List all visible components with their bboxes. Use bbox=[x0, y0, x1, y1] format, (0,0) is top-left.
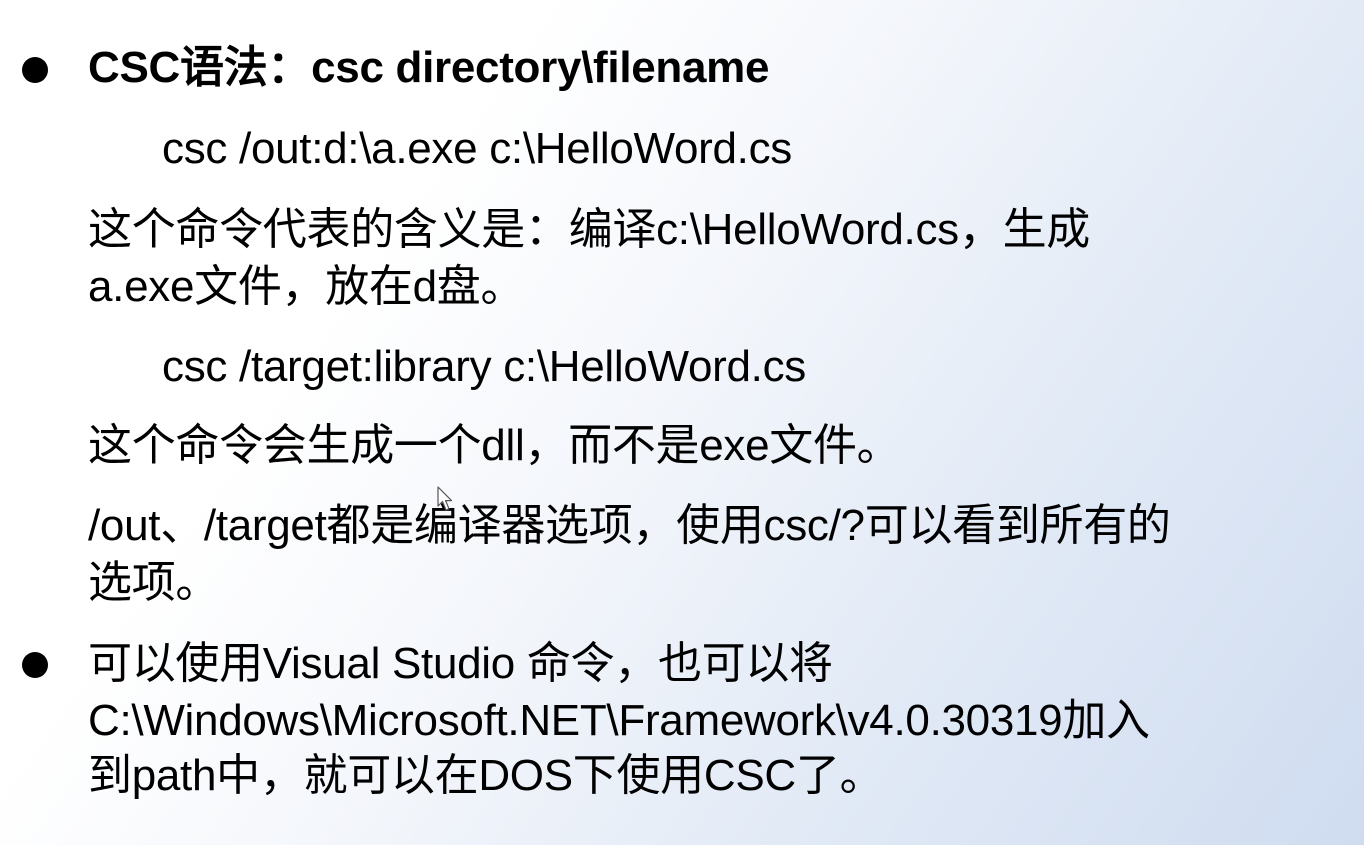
compiler-options-line2: 选项。 bbox=[88, 558, 220, 607]
example-out-description-line1: 这个命令代表的含义是：编译c:\HelloWord.cs，生成 bbox=[88, 205, 1090, 254]
mouse-cursor-icon bbox=[437, 486, 453, 511]
bullet-dot-icon bbox=[22, 57, 48, 83]
compiler-options-line1: /out、/target都是编译器选项，使用csc/?可以看到所有的 bbox=[88, 501, 1171, 550]
visual-studio-note-line3: 到path中，就可以在DOS下使用CSC了。 bbox=[88, 751, 884, 800]
bullet-dot-icon bbox=[22, 652, 48, 678]
visual-studio-note-line1: 可以使用Visual Studio 命令，也可以将 bbox=[88, 639, 833, 688]
example-command-out: csc /out:d:\a.exe c:\HelloWord.cs bbox=[162, 124, 792, 173]
example-out-description-line2: a.exe文件，放在d盘。 bbox=[88, 262, 525, 311]
example-command-target: csc /target:library c:\HelloWord.cs bbox=[162, 342, 806, 391]
visual-studio-note-line2: C:\Windows\Microsoft.NET\Framework\v4.0.… bbox=[88, 696, 1150, 745]
example-target-description: 这个命令会生成一个dll，而不是exe文件。 bbox=[88, 421, 901, 470]
slide: CSC语法：csc directory\filename csc /out:d:… bbox=[0, 0, 1364, 845]
syntax-heading: CSC语法：csc directory\filename bbox=[88, 43, 770, 92]
